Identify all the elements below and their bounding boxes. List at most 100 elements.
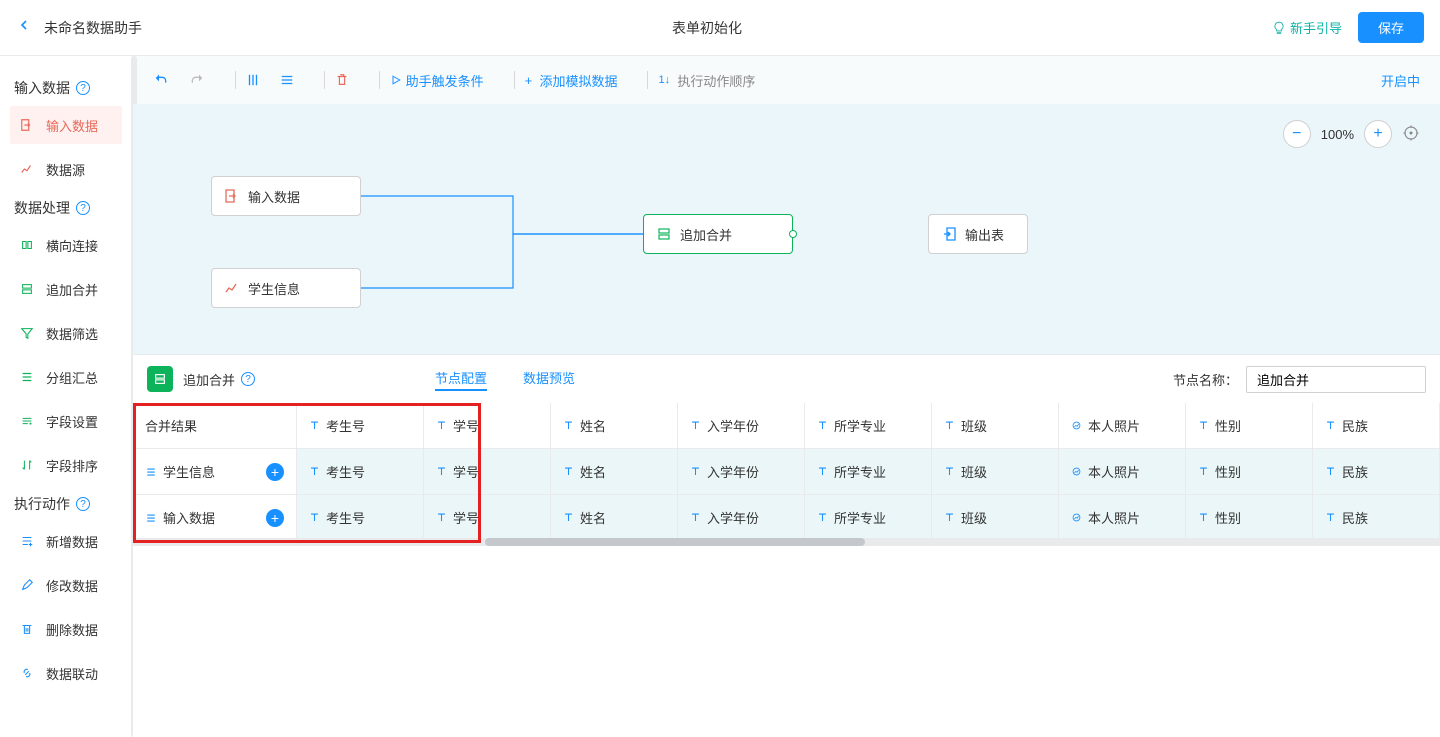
delete-button[interactable] bbox=[335, 73, 349, 87]
redo-button[interactable] bbox=[189, 72, 205, 88]
sort-icon bbox=[20, 458, 36, 472]
node-name-input[interactable] bbox=[1246, 366, 1426, 393]
help-icon[interactable]: ? bbox=[241, 372, 255, 386]
field-cell[interactable]: 民族 bbox=[1313, 495, 1440, 541]
tab-config[interactable]: 节点配置 bbox=[435, 368, 487, 391]
sidebar-item-add[interactable]: 新增数据 bbox=[10, 522, 122, 560]
section-action-title: 执行动作? bbox=[14, 494, 122, 514]
text-icon bbox=[690, 512, 701, 523]
field-cell[interactable]: 所学专业 bbox=[805, 495, 932, 541]
node-append[interactable]: 追加合并 bbox=[643, 214, 793, 254]
column-header[interactable]: 民族 bbox=[1313, 403, 1440, 449]
hjoin-icon bbox=[20, 238, 36, 252]
text-icon bbox=[944, 466, 955, 477]
text-icon bbox=[817, 466, 828, 477]
sidebar-item-group[interactable]: 分组汇总 bbox=[10, 358, 122, 396]
align-v-button[interactable] bbox=[246, 73, 260, 87]
sidebar-item-sort[interactable]: 字段排序 bbox=[10, 446, 122, 484]
column-header[interactable]: 学号 bbox=[424, 403, 551, 449]
field-cell[interactable]: 入学年份 bbox=[678, 495, 805, 541]
field-cell[interactable]: 入学年份 bbox=[678, 449, 805, 495]
node-output[interactable]: 输出表 bbox=[928, 214, 1028, 254]
link-icon bbox=[20, 666, 36, 680]
help-icon[interactable]: ? bbox=[76, 201, 90, 215]
exec-order-button[interactable]: 1↓ 执行动作顺序 bbox=[658, 71, 755, 90]
sidebar-item-input-data[interactable]: 输入数据 bbox=[10, 106, 122, 144]
column-header[interactable]: 本人照片 bbox=[1059, 403, 1186, 449]
field-cell[interactable]: 姓名 bbox=[551, 495, 678, 541]
text-icon bbox=[1198, 512, 1209, 523]
field-cell[interactable]: 所学专业 bbox=[805, 449, 932, 495]
align-h-button[interactable] bbox=[280, 73, 294, 87]
save-button[interactable]: 保存 bbox=[1358, 12, 1424, 43]
node-name-label: 节点名称： bbox=[1173, 370, 1238, 389]
list-icon bbox=[145, 466, 157, 478]
add-icon[interactable]: + bbox=[266, 463, 284, 481]
node-port[interactable] bbox=[789, 230, 797, 238]
column-header[interactable]: 性别 bbox=[1186, 403, 1313, 449]
column-header[interactable]: 考生号 bbox=[297, 403, 424, 449]
flow-canvas[interactable]: − 100% + 输入数据 学生信息 追加合并 输出表 bbox=[133, 104, 1440, 354]
text-icon bbox=[817, 420, 828, 431]
column-header[interactable]: 所学专业 bbox=[805, 403, 932, 449]
guide-button[interactable]: 新手引导 bbox=[1272, 18, 1342, 37]
field-cell[interactable]: 学号 bbox=[424, 449, 551, 495]
zoom-in-button[interactable]: + bbox=[1364, 120, 1392, 148]
output-icon bbox=[941, 226, 957, 242]
text-icon bbox=[944, 512, 955, 523]
field-cell[interactable]: 民族 bbox=[1313, 449, 1440, 495]
sidebar-item-link[interactable]: 数据联动 bbox=[10, 654, 122, 692]
column-header[interactable]: 班级 bbox=[932, 403, 1059, 449]
source-row[interactable]: 学生信息+ bbox=[133, 449, 297, 495]
source-row[interactable]: 输入数据+ bbox=[133, 495, 297, 541]
field-cell[interactable]: 本人照片 bbox=[1059, 495, 1186, 541]
section-process-title: 数据处理? bbox=[14, 198, 122, 218]
field-cell[interactable]: 考生号 bbox=[297, 495, 424, 541]
field-cell[interactable]: 考生号 bbox=[297, 449, 424, 495]
list-icon bbox=[145, 512, 157, 524]
status-label: 开启中 bbox=[1381, 71, 1420, 90]
append-icon bbox=[656, 226, 672, 242]
app-title: 未命名数据助手 bbox=[44, 18, 142, 38]
append-icon bbox=[20, 282, 36, 296]
back-icon[interactable] bbox=[16, 17, 32, 38]
sidebar-item-delete[interactable]: 删除数据 bbox=[10, 610, 122, 648]
chart-icon bbox=[224, 280, 240, 296]
input-icon bbox=[20, 118, 36, 132]
zoom-out-button[interactable]: − bbox=[1283, 120, 1311, 148]
help-icon[interactable]: ? bbox=[76, 497, 90, 511]
scrollbar-horizontal[interactable] bbox=[133, 538, 1440, 546]
undo-button[interactable] bbox=[153, 72, 169, 88]
column-header[interactable]: 姓名 bbox=[551, 403, 678, 449]
column-header[interactable]: 入学年份 bbox=[678, 403, 805, 449]
fit-button[interactable] bbox=[1402, 124, 1420, 145]
trigger-button[interactable]: 助手触发条件 bbox=[390, 71, 484, 90]
sidebar-item-append[interactable]: 追加合并 bbox=[10, 270, 122, 308]
sidebar-item-filter[interactable]: 数据筛选 bbox=[10, 314, 122, 352]
field-cell[interactable]: 学号 bbox=[424, 495, 551, 541]
text-icon bbox=[563, 420, 574, 431]
text-icon bbox=[563, 512, 574, 523]
sidebar-item-datasource[interactable]: 数据源 bbox=[10, 150, 122, 188]
node-student[interactable]: 学生信息 bbox=[211, 268, 361, 308]
image-icon bbox=[1071, 512, 1082, 523]
field-cell[interactable]: 班级 bbox=[932, 449, 1059, 495]
text-icon bbox=[309, 420, 320, 431]
add-icon[interactable]: + bbox=[266, 509, 284, 527]
text-icon bbox=[436, 512, 447, 523]
text-icon bbox=[436, 420, 447, 431]
append-icon bbox=[147, 366, 173, 392]
add-data-icon bbox=[20, 534, 36, 548]
field-cell[interactable]: 本人照片 bbox=[1059, 449, 1186, 495]
sidebar-item-hjoin[interactable]: 横向连接 bbox=[10, 226, 122, 264]
tab-preview[interactable]: 数据预览 bbox=[523, 368, 575, 391]
add-mock-button[interactable]: + 添加模拟数据 bbox=[525, 71, 618, 90]
field-cell[interactable]: 姓名 bbox=[551, 449, 678, 495]
sidebar-item-field[interactable]: 字段设置 bbox=[10, 402, 122, 440]
node-input[interactable]: 输入数据 bbox=[211, 176, 361, 216]
field-cell[interactable]: 性别 bbox=[1186, 449, 1313, 495]
field-cell[interactable]: 班级 bbox=[932, 495, 1059, 541]
sidebar-item-modify[interactable]: 修改数据 bbox=[10, 566, 122, 604]
help-icon[interactable]: ? bbox=[76, 81, 90, 95]
field-cell[interactable]: 性别 bbox=[1186, 495, 1313, 541]
